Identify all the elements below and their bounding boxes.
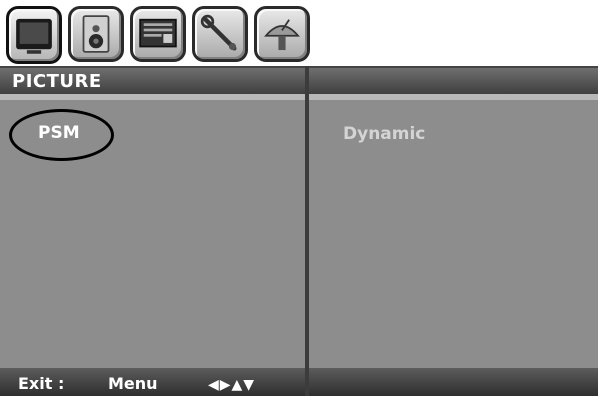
satellite-dish-icon bbox=[264, 19, 300, 51]
panel-divider bbox=[305, 66, 309, 396]
tab-teletext[interactable] bbox=[130, 6, 186, 62]
menu-tab-strip bbox=[6, 6, 326, 66]
tab-picture[interactable] bbox=[6, 6, 62, 64]
exit-hint-label: Exit : bbox=[18, 374, 65, 393]
speaker-icon bbox=[82, 15, 110, 53]
navigation-arrows-icon: ◀▶▲▼ bbox=[208, 377, 256, 393]
menu-item-psm[interactable]: PSM bbox=[38, 123, 80, 143]
psm-value[interactable]: Dynamic bbox=[343, 124, 425, 144]
wrench-icon bbox=[200, 14, 237, 51]
page-title: PICTURE bbox=[12, 71, 102, 92]
title-bar: PICTURE bbox=[0, 68, 305, 94]
tv-screen-icon bbox=[16, 18, 52, 54]
tab-station[interactable] bbox=[254, 6, 310, 62]
footer-bar-right bbox=[309, 368, 598, 396]
tab-setup[interactable] bbox=[192, 6, 248, 62]
tab-sound[interactable] bbox=[68, 6, 124, 62]
menu-key-label: Menu bbox=[108, 374, 158, 393]
right-value-panel bbox=[309, 66, 598, 396]
title-bar-right bbox=[309, 68, 598, 94]
title-underline-right bbox=[309, 94, 598, 100]
title-underline bbox=[0, 94, 305, 100]
teletext-icon bbox=[139, 18, 177, 48]
